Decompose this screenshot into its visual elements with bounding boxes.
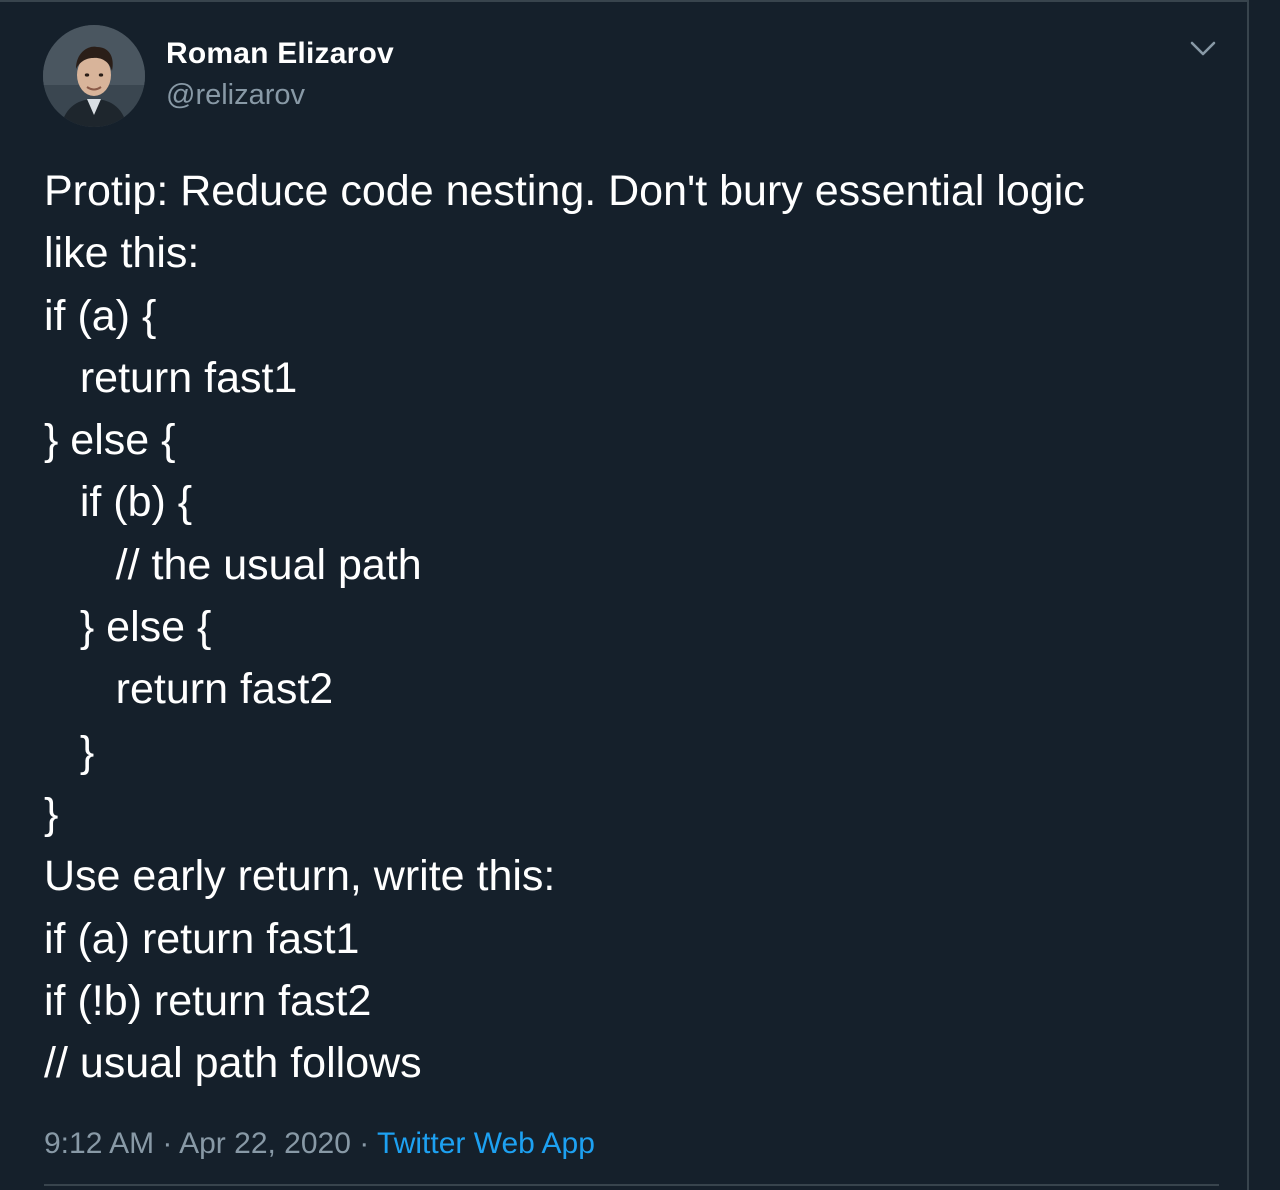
- tweet-metadata: 9:12 AM · Apr 22, 2020 · Twitter Web App: [44, 1124, 595, 1164]
- tweet-date[interactable]: Apr 22, 2020: [179, 1127, 351, 1160]
- tweet-line: if (a) {: [44, 291, 157, 340]
- avatar[interactable]: [43, 25, 145, 127]
- tweet-line: return fast1: [44, 353, 298, 402]
- tweet-line: }: [44, 727, 95, 776]
- tweet-line: Protip: Reduce code nesting. Don't bury …: [44, 167, 1085, 215]
- chevron-down-icon: [1190, 41, 1216, 56]
- author-name[interactable]: Roman Elizarov: [166, 36, 394, 72]
- tweet-line: // usual path follows: [44, 1039, 422, 1088]
- tweet-line: if (b) {: [44, 478, 193, 527]
- tweet-menu-button[interactable]: [1183, 34, 1223, 64]
- meta-separator: ·: [162, 1127, 173, 1160]
- tweet-time[interactable]: 9:12 AM: [44, 1127, 154, 1160]
- author-handle[interactable]: @relizarov: [166, 78, 305, 112]
- divider: [44, 1184, 1219, 1186]
- tweet-line: like this:: [44, 229, 200, 278]
- tweet-source-link[interactable]: Twitter Web App: [377, 1127, 595, 1160]
- tweet-line: if (a) return fast1: [44, 914, 360, 963]
- tweet-line: Use early return, write this:: [44, 852, 556, 901]
- tweet-line: } else {: [44, 603, 212, 652]
- avatar-image: [43, 25, 145, 127]
- tweet-line: return fast2: [44, 665, 334, 714]
- tweet-line: if (!b) return fast2: [44, 976, 372, 1025]
- tweet-text: Protip: Reduce code nesting. Don't bury …: [44, 160, 1224, 1094]
- top-border: [0, 0, 1249, 2]
- tweet-card: Roman Elizarov @relizarov Protip: Reduce…: [0, 0, 1249, 1190]
- tweet-line: }: [44, 789, 59, 838]
- tweet-line: } else {: [44, 416, 176, 465]
- tweet-line: // the usual path: [44, 540, 422, 589]
- meta-separator: ·: [359, 1127, 370, 1160]
